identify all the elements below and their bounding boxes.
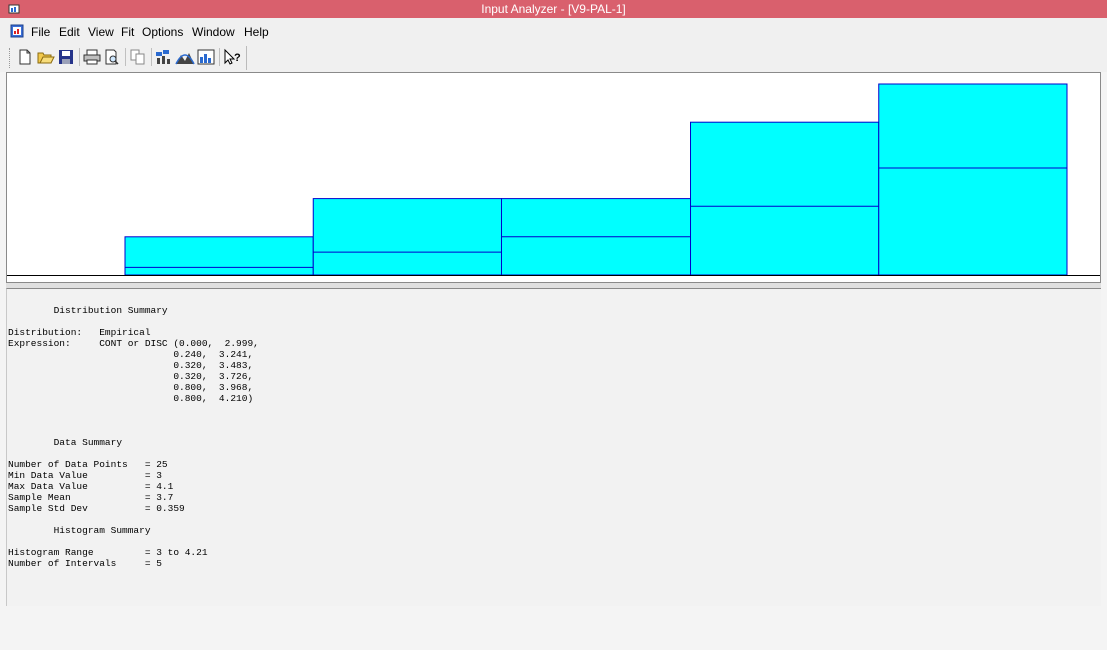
menu-view[interactable]: View: [88, 25, 114, 39]
summary-line: 0.800, 4.210): [8, 393, 254, 404]
new-icon[interactable]: [15, 48, 35, 66]
menu-window[interactable]: Window: [192, 25, 235, 39]
histogram-bar: [878, 83, 1068, 276]
copy-icon[interactable]: [128, 48, 148, 66]
summary-line: 0.320, 3.726,: [8, 371, 254, 382]
summary-line: [8, 426, 259, 437]
print-preview-icon[interactable]: [102, 48, 122, 66]
summary-line: [8, 415, 259, 426]
summary-line: [8, 448, 259, 459]
toolbar-end: [246, 46, 247, 70]
summary-line: Sample Std Dev = 0.359: [8, 503, 185, 514]
toolbar-separator: [151, 48, 152, 66]
summary-line: Distribution Summary: [8, 305, 168, 316]
title-bar[interactable]: Input Analyzer - [V9-PAL-1]: [0, 0, 1107, 18]
summary-line: Number of Intervals = 5: [8, 558, 162, 569]
summary-line: 0.240, 3.241,: [8, 349, 254, 360]
summary-line: Histogram Range = 3 to 4.21: [8, 547, 208, 558]
menu-edit[interactable]: Edit: [59, 25, 80, 39]
summary-line: Distribution: Empirical: [8, 327, 151, 338]
menu-help[interactable]: Help: [244, 25, 269, 39]
histogram-bar: [312, 198, 502, 276]
summary-text: Distribution Summary Distribution: Empir…: [8, 305, 259, 569]
summary-line: 0.320, 3.483,: [8, 360, 254, 371]
histogram-icon[interactable]: [196, 48, 216, 66]
summary-line: 0.800, 3.968,: [8, 382, 254, 393]
histogram-bar: [124, 236, 314, 276]
menu-fit[interactable]: Fit: [121, 25, 134, 39]
save-disk-icon[interactable]: [56, 48, 76, 66]
menu-options[interactable]: Options: [142, 25, 183, 39]
toolbar-separator: [79, 48, 80, 66]
menu-file[interactable]: File: [31, 25, 50, 39]
summary-line: [8, 316, 259, 327]
summary-line: Data Summary: [8, 437, 123, 448]
svg-text:?: ?: [234, 52, 241, 64]
fit-distribution-icon[interactable]: [175, 48, 195, 66]
summary-line: [8, 404, 259, 415]
histogram-chart: [7, 83, 1100, 276]
summary-line: Max Data Value = 4.1: [8, 481, 174, 492]
summary-line: Sample Mean = 3.7: [8, 492, 174, 503]
toolbar-separator: [125, 48, 126, 66]
histogram-pane[interactable]: [6, 72, 1101, 283]
histogram-bar: [690, 121, 880, 276]
summary-line: Number of Data Points = 25: [8, 459, 168, 470]
fit-data-icon[interactable]: [154, 48, 174, 66]
summary-line: Min Data Value = 3: [8, 470, 162, 481]
open-folder-icon[interactable]: [36, 48, 56, 66]
summary-line: Histogram Summary: [8, 525, 151, 536]
window-title: Input Analyzer - [V9-PAL-1]: [481, 2, 626, 16]
menu-bar: File Edit View Fit Options Window Help: [0, 18, 1107, 44]
print-icon[interactable]: [82, 48, 102, 66]
summary-line: [8, 514, 259, 525]
summary-line: Expression: CONT or DISC (0.000, 2.999,: [8, 338, 259, 349]
summary-line: [8, 536, 259, 547]
document-window-icon[interactable]: [10, 24, 24, 38]
toolbar-separator: [219, 48, 220, 66]
summary-pane[interactable]: Distribution Summary Distribution: Empir…: [6, 288, 1101, 606]
toolbar: ?: [0, 44, 1107, 72]
context-help-icon[interactable]: ?: [222, 48, 242, 66]
toolbar-grip[interactable]: [9, 48, 12, 68]
